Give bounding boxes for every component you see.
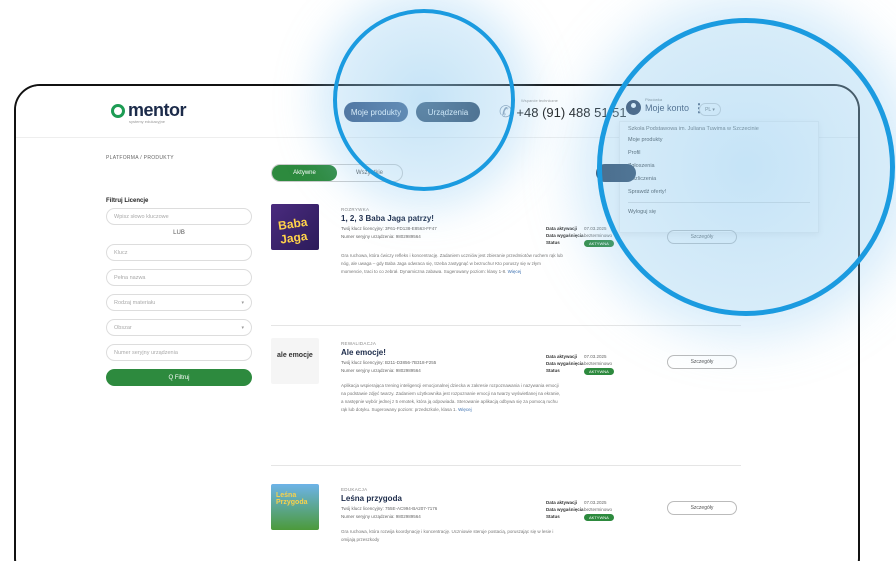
details-button[interactable]: Szczegóły [667,230,737,244]
or-label: LUB [173,230,185,236]
product-card: Baba Jaga ROZRYWKA 1, 2, 3 Baba Jaga pat… [271,204,741,326]
filter-button[interactable]: Q Filtruj [106,369,252,386]
my-products-button[interactable]: Moje produkty [344,102,408,122]
device-serial: Numer seryjny urządzenia: 9802989564 [341,368,421,373]
product-title[interactable]: 1, 2, 3 Baba Jaga patrzy! [341,214,434,223]
product-title[interactable]: Leśna przygoda [341,494,402,503]
activation-date: 07.03.2025 [584,354,607,359]
devices-button[interactable]: Urządzenia [416,102,480,122]
product-description: Gra ruchowa, która rozwija koordynację i… [341,528,563,544]
account-caption: Placówka [645,97,663,102]
account-menu-trigger[interactable]: Placówka Moje konto ⋮ [626,97,705,115]
details-button[interactable]: Szczegóły [667,355,737,369]
status-label: Status [546,514,560,519]
device-serial: Numer seryjny urządzenia: 9802989564 [341,234,421,239]
product-category: REWALIDACJA [341,341,377,346]
phone-icon: ✆ [499,104,513,121]
tab-all[interactable]: Wszystkie [337,165,402,181]
license-key: Twój klucz licencyjny: B211-D3856-7B318-… [341,360,437,365]
description-text: Aplikacja wspierająca trening inteligenc… [341,383,561,412]
area-select[interactable]: Obszar ▾ [106,319,252,336]
breadcrumb[interactable]: PLATFORMA / PRODUKTY [106,155,174,161]
license-key: Twój klucz licencyjny: 755E-AC994-BA207-… [341,506,438,511]
product-category: ROZRYWKA [341,207,370,212]
product-category: EDUKACJA [341,487,368,492]
more-link[interactable]: Więcej [458,407,472,412]
product-title[interactable]: Ale emocje! [341,348,386,357]
phone-number: +48 (91) 488 51 51 [516,104,627,120]
logo-text: mentor [128,100,187,120]
product-image-text: Leśna Przygoda [276,492,308,506]
product-image[interactable]: ale emocje [271,338,319,384]
expiry-date: bezterminowo [584,507,613,512]
product-image-text: Baba Jaga [277,214,309,247]
activation-date: 07.03.2025 [584,226,607,231]
product-info: Data aktywacji 07.03.2025 Data wygaśnięci… [546,226,614,249]
serial-number-input[interactable]: Numer seryjny urządzenia [106,344,252,361]
license-filters: Filtruj Licencje Wpisz słowo kluczowe LU… [106,198,252,386]
user-icon [626,100,641,115]
license-tabs: Aktywne Wszystkie [271,164,403,182]
material-type-label: Rodzaj materiału [114,299,156,306]
dropdown-item-tickets[interactable]: Zgłoszenia [628,163,810,169]
dropdown-item-profile[interactable]: Profil [628,150,810,156]
keyword-input[interactable]: Wpisz słowo kluczowe [106,208,252,225]
product-description: Gra ruchowa, która ćwiczy refleks i konc… [341,252,563,276]
platform-page: mentor systemy edukacyjne Moje produkty … [16,86,858,561]
filters-title: Filtruj Licencje [106,198,149,204]
device-serial: Numer seryjny urządzenia: 9802989564 [341,514,421,519]
key-input[interactable]: Klucz [106,244,252,261]
details-button[interactable]: Szczegóły [667,501,737,515]
dropdown-divider [628,202,810,203]
chevron-down-icon: ▾ [241,299,244,306]
product-card: ale emocje REWALIDACJA Ale emocje! Twój … [271,338,741,466]
description-text: Gra ruchowa, która rozwija koordynację i… [341,529,554,542]
chevron-down-icon: ▾ [241,324,244,331]
expiry-label: Data wygaśnięcia [546,233,584,238]
logo-mark-icon [111,103,125,118]
expiry-label: Data wygaśnięcia [546,361,584,366]
tab-active[interactable]: Aktywne [272,165,337,181]
status-badge: AKTYWNA [584,514,614,521]
product-image-text: ale emocje [277,352,313,359]
full-name-input[interactable]: Pełna nazwa [106,269,252,286]
phone-label: Wsparcie techniczne [521,98,558,103]
dropdown-item-my-products[interactable]: Moje produkty [628,137,810,143]
browser-frame: mentor systemy edukacyjne Moje produkty … [14,84,860,561]
dropdown-school-name: Szkoła Podstawowa im. Juliana Tuwima w S… [628,126,759,132]
status-badge: AKTYWNA [584,368,614,375]
screenshot-stage: mentor systemy edukacyjne Moje produkty … [0,0,896,561]
material-type-select[interactable]: Rodzaj materiału ▾ [106,294,252,311]
language-select[interactable]: PL ▾ [699,103,721,116]
product-description: Aplikacja wspierająca trening inteligenc… [341,382,563,414]
product-card: Leśna Przygoda EDUKACJA Leśna przygoda T… [271,484,741,561]
dropdown-item-billing[interactable]: Rozliczenia [628,176,810,182]
license-key: Twój klucz licencyjny: 3F61-FD138-E8563-… [341,226,437,231]
mentor-logo[interactable]: mentor [111,100,187,121]
expiry-date: bezterminowo [584,361,613,366]
activation-date: 07.03.2025 [584,500,607,505]
status-label: Status [546,240,560,245]
description-text: Gra ruchowa, która ćwiczy refleks i konc… [341,253,563,274]
activation-label: Data aktywacji [546,354,578,359]
dropdown-item-offers[interactable]: Sprawdź oferty! [628,189,810,195]
product-info: Data aktywacji 07.03.2025 Data wygaśnięci… [546,354,614,377]
activation-label: Data aktywacji [546,226,578,231]
support-phone[interactable]: ✆ Wsparcie techniczne +48 (91) 488 51 51 [499,98,627,122]
status-badge: AKTYWNA [584,240,614,247]
expiry-label: Data wygaśnięcia [546,507,584,512]
status-label: Status [546,368,560,373]
logo-subtitle: systemy edukacyjne [129,119,166,124]
account-label: Moje konto [645,102,690,113]
product-image[interactable]: Baba Jaga [271,204,319,250]
expiry-date: bezterminowo [584,233,613,238]
header-action-button[interactable] [596,164,636,182]
more-link[interactable]: Więcej [508,269,522,274]
activation-label: Data aktywacji [546,500,578,505]
area-label: Obszar [114,324,132,331]
product-image[interactable]: Leśna Przygoda [271,484,319,530]
product-info: Data aktywacji 07.03.2025 Data wygaśnięci… [546,500,614,523]
